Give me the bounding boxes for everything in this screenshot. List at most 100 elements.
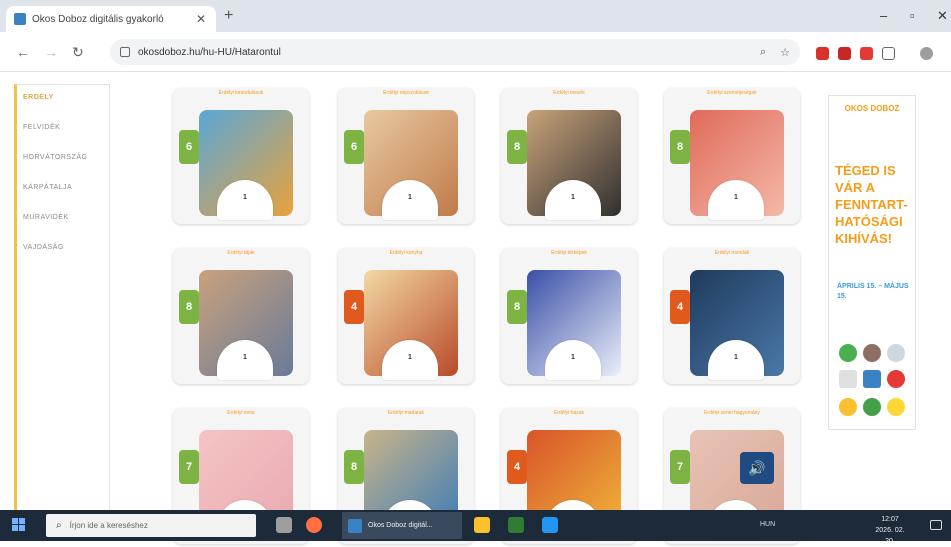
card-title: Erdélyi térképek xyxy=(551,250,587,256)
address-bar-row: ← → ↻ okosdoboz.hu/hu-HU/Hatarontul ⌕ ☆ xyxy=(0,32,951,72)
exercise-card[interactable]: Erdélyi mondák 4 1 xyxy=(664,248,800,384)
exercise-card[interactable]: Erdélyi népszokások 6 1 xyxy=(338,88,474,224)
url-text: okosdoboz.hu/hu-HU/Hatarontul xyxy=(138,46,281,58)
active-app-label: Okos Doboz digitál... xyxy=(368,522,433,529)
card-title: Erdélyi madarak xyxy=(387,410,425,416)
sidebar-item-karpatalja[interactable]: Kárpátalja xyxy=(17,175,109,205)
windows-start-icon[interactable] xyxy=(12,518,26,532)
close-tab-icon[interactable]: ✕ xyxy=(194,12,208,26)
dial-value: 1 xyxy=(243,354,247,361)
dial-value: 1 xyxy=(734,354,738,361)
system-tray-language[interactable]: HUN xyxy=(760,521,775,528)
promo-dates: ÁPRILIS 15. – MÁJUS 15. xyxy=(837,283,909,300)
grade-badge: 8 xyxy=(179,290,199,324)
bulb-icon xyxy=(887,398,905,416)
card-title: Erdélyi konyha xyxy=(389,250,423,256)
card-title: Erdélyi népszokások xyxy=(383,90,429,96)
dial-value: 1 xyxy=(571,194,575,201)
promo-banner[interactable]: OKOS DOBOZ TÉGED IS VÁR A FENNTART-HATÓS… xyxy=(828,95,916,430)
recycle-bin-icon xyxy=(863,370,881,388)
card-title: Erdélyi kirándulások xyxy=(218,90,264,96)
apple-icon xyxy=(887,370,905,388)
system-clock[interactable]: 12:07 2026. 02. 20. xyxy=(872,514,908,547)
dial-value: 1 xyxy=(734,194,738,201)
extensions-puzzle-icon[interactable] xyxy=(882,47,895,60)
zoom-icon[interactable]: ⌕ xyxy=(760,46,766,59)
grade-badge: 4 xyxy=(670,290,690,324)
taskbar-search-input[interactable]: ⌕ Írjon ide a kereséshez xyxy=(46,514,256,537)
taskbar-active-browser[interactable]: Okos Doboz digitál... xyxy=(342,512,462,539)
search-placeholder: Írjon ide a kereséshez xyxy=(69,521,148,530)
extension-2-icon[interactable] xyxy=(838,47,851,60)
grade-badge: 8 xyxy=(507,290,527,324)
site-info-icon[interactable] xyxy=(120,47,130,57)
extension-3-icon[interactable] xyxy=(860,47,873,60)
grade-badge: 6 xyxy=(344,130,364,164)
back-arrow-icon[interactable]: ← xyxy=(16,44,30,60)
sidebar-item-horvatorszag[interactable]: Horvátország xyxy=(17,145,109,175)
exercise-card[interactable]: Erdélyi mesék 8 1 xyxy=(501,88,637,224)
bin-icon xyxy=(839,370,857,388)
dial-value: 1 xyxy=(571,354,575,361)
browser-tab-bar: Okos Doboz digitális gyakorló ✕ + – ▫ ✕ xyxy=(0,0,951,32)
task-view-icon[interactable] xyxy=(276,517,292,533)
favicon-icon xyxy=(14,13,26,25)
promo-headline: TÉGED IS VÁR A FENNTART-HATÓSÁGI KIHÍVÁS… xyxy=(835,163,908,246)
profile-avatar-icon[interactable] xyxy=(920,47,933,60)
sidebar-item-muravidek[interactable]: Muravidék xyxy=(17,205,109,235)
exercise-card[interactable]: Erdélyi tájak 8 1 xyxy=(173,248,309,384)
cloud-icon xyxy=(887,344,905,362)
grade-badge: 4 xyxy=(507,450,527,484)
grade-badge: 7 xyxy=(670,450,690,484)
card-title: Erdélyi zene xyxy=(227,410,255,416)
app-icon[interactable] xyxy=(542,517,558,533)
card-title: Erdélyi házak xyxy=(553,410,584,416)
maximize-button[interactable]: ▫ xyxy=(910,8,915,23)
dial-value: 1 xyxy=(408,194,412,201)
new-tab-button[interactable]: + xyxy=(224,8,240,25)
browser-app-icon xyxy=(348,518,362,533)
forward-arrow-icon[interactable]: → xyxy=(44,44,58,60)
acorn-icon xyxy=(863,344,881,362)
sustainability-icons xyxy=(839,344,911,424)
region-sidebar: Erdély Felvidék Horvátország Kárpátalja … xyxy=(14,84,110,514)
close-window-button[interactable]: ✕ xyxy=(937,8,948,24)
windows-taskbar: ⌕ Írjon ide a kereséshez Okos Doboz digi… xyxy=(0,510,951,545)
exercise-card[interactable]: Erdélyi személyiségek 8 1 xyxy=(664,88,800,224)
globe-icon xyxy=(839,344,857,362)
excel-icon[interactable] xyxy=(508,517,524,533)
brand-logo: OKOS DOBOZ xyxy=(844,104,900,113)
url-input[interactable]: okosdoboz.hu/hu-HU/Hatarontul ⌕ ☆ xyxy=(110,39,800,65)
card-title: Erdélyi személyiségek xyxy=(707,90,757,96)
grade-badge: 7 xyxy=(179,450,199,484)
file-explorer-icon[interactable] xyxy=(474,517,490,533)
bookmark-star-icon[interactable]: ☆ xyxy=(780,46,790,59)
dial-value: 1 xyxy=(408,354,412,361)
extension-1-icon[interactable] xyxy=(816,47,829,60)
exercise-card[interactable]: Erdélyi konyha 4 1 xyxy=(338,248,474,384)
dial-value: 1 xyxy=(243,194,247,201)
card-title: Erdélyi mesék xyxy=(553,90,585,96)
grade-badge: 4 xyxy=(344,290,364,324)
exercise-card[interactable]: Erdélyi kirándulások 6 1 xyxy=(173,88,309,224)
minimize-button[interactable]: – xyxy=(880,8,887,23)
grade-badge: 8 xyxy=(344,450,364,484)
clock-date: 2026. 02. 20. xyxy=(875,527,905,545)
sidebar-item-vajdasag[interactable]: Vajdaság xyxy=(17,235,109,265)
firefox-icon[interactable] xyxy=(306,517,322,533)
browser-tab[interactable]: Okos Doboz digitális gyakorló ✕ xyxy=(6,6,216,32)
sidebar-item-felvidek[interactable]: Felvidék xyxy=(17,115,109,145)
search-icon: ⌕ xyxy=(56,520,62,531)
sun-icon xyxy=(839,398,857,416)
card-title: Erdélyi tájak xyxy=(227,250,255,256)
notification-icon[interactable] xyxy=(930,520,942,530)
reload-icon[interactable]: ↻ xyxy=(72,44,84,61)
speaker-icon[interactable]: 🔊 xyxy=(740,452,774,484)
grade-badge: 8 xyxy=(670,130,690,164)
clock-time: 12:07 xyxy=(881,516,899,523)
card-title: Erdélyi mondák xyxy=(714,250,750,256)
sidebar-item-erdely[interactable]: Erdély xyxy=(17,85,109,115)
grade-badge: 8 xyxy=(507,130,527,164)
exercise-card[interactable]: Erdélyi térképek 8 1 xyxy=(501,248,637,384)
tab-title: Okos Doboz digitális gyakorló xyxy=(32,13,164,25)
